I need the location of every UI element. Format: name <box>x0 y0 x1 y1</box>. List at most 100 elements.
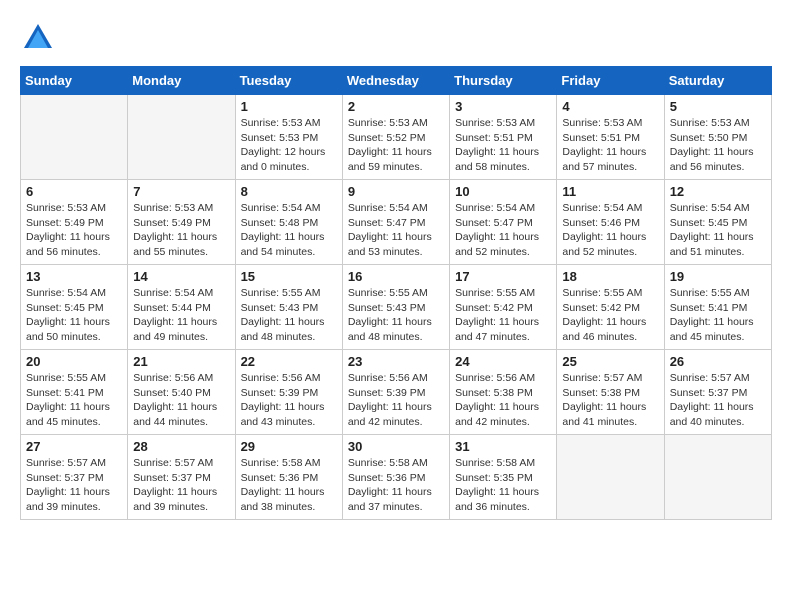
day-cell: 2 Sunrise: 5:53 AM Sunset: 5:52 PM Daylig… <box>342 95 449 180</box>
day-number: 31 <box>455 439 551 454</box>
day-number: 30 <box>348 439 444 454</box>
day-cell: 22 Sunrise: 5:56 AM Sunset: 5:39 PM Dayli… <box>235 350 342 435</box>
day-cell: 21Sunrise: 5:56 AM Sunset: 5:40 PM Dayli… <box>128 350 235 435</box>
day-detail: Sunrise: 5:54 AM Sunset: 5:45 PM Dayligh… <box>670 201 766 260</box>
day-cell: 25 Sunrise: 5:57 AM Sunset: 5:38 PM Dayli… <box>557 350 664 435</box>
day-cell: 3 Sunrise: 5:53 AM Sunset: 5:51 PM Daylig… <box>450 95 557 180</box>
day-number: 11 <box>562 184 658 199</box>
day-detail: Sunrise: 5:58 AM Sunset: 5:36 PM Dayligh… <box>348 456 444 515</box>
day-cell: 24 Sunrise: 5:56 AM Sunset: 5:38 PM Dayli… <box>450 350 557 435</box>
logo-icon <box>20 20 56 56</box>
day-detail: Sunrise: 5:55 AM Sunset: 5:43 PM Dayligh… <box>241 286 337 345</box>
day-cell: 8Sunrise: 5:54 AM Sunset: 5:48 PM Daylig… <box>235 180 342 265</box>
day-number: 22 <box>241 354 337 369</box>
day-number: 17 <box>455 269 551 284</box>
day-number: 13 <box>26 269 122 284</box>
day-cell: 31 Sunrise: 5:58 AM Sunset: 5:35 PM Dayli… <box>450 435 557 520</box>
day-number: 25 <box>562 354 658 369</box>
day-cell: 14 Sunrise: 5:54 AM Sunset: 5:44 PM Dayli… <box>128 265 235 350</box>
day-number: 28 <box>133 439 229 454</box>
day-detail: Sunrise: 5:56 AM Sunset: 5:38 PM Dayligh… <box>455 371 551 430</box>
day-detail: Sunrise: 5:57 AM Sunset: 5:38 PM Dayligh… <box>562 371 658 430</box>
day-cell: 13 Sunrise: 5:54 AM Sunset: 5:45 PM Dayli… <box>21 265 128 350</box>
day-detail: Sunrise: 5:57 AM Sunset: 5:37 PM Dayligh… <box>670 371 766 430</box>
day-detail: Sunrise: 5:55 AM Sunset: 5:41 PM Dayligh… <box>670 286 766 345</box>
day-number: 10 <box>455 184 551 199</box>
day-number: 3 <box>455 99 551 114</box>
day-cell <box>21 95 128 180</box>
day-detail: Sunrise: 5:55 AM Sunset: 5:41 PM Dayligh… <box>26 371 122 430</box>
day-detail: Sunrise: 5:53 AM Sunset: 5:53 PM Dayligh… <box>241 116 337 175</box>
day-cell: 1 Sunrise: 5:53 AM Sunset: 5:53 PM Daylig… <box>235 95 342 180</box>
day-detail: Sunrise: 5:56 AM Sunset: 5:39 PM Dayligh… <box>348 371 444 430</box>
day-detail: Sunrise: 5:54 AM Sunset: 5:46 PM Dayligh… <box>562 201 658 260</box>
day-cell: 29 Sunrise: 5:58 AM Sunset: 5:36 PM Dayli… <box>235 435 342 520</box>
day-detail: Sunrise: 5:53 AM Sunset: 5:51 PM Dayligh… <box>562 116 658 175</box>
week-row-4: 27 Sunrise: 5:57 AM Sunset: 5:37 PM Dayli… <box>21 435 772 520</box>
day-detail: Sunrise: 5:53 AM Sunset: 5:50 PM Dayligh… <box>670 116 766 175</box>
day-detail: Sunrise: 5:54 AM Sunset: 5:45 PM Dayligh… <box>26 286 122 345</box>
day-cell: 28 Sunrise: 5:57 AM Sunset: 5:37 PM Dayli… <box>128 435 235 520</box>
header-friday: Friday <box>557 67 664 95</box>
day-detail: Sunrise: 5:53 AM Sunset: 5:51 PM Dayligh… <box>455 116 551 175</box>
day-cell: 11 Sunrise: 5:54 AM Sunset: 5:46 PM Dayli… <box>557 180 664 265</box>
day-cell: 7Sunrise: 5:53 AM Sunset: 5:49 PM Daylig… <box>128 180 235 265</box>
header-sunday: Sunday <box>21 67 128 95</box>
header-thursday: Thursday <box>450 67 557 95</box>
day-number: 19 <box>670 269 766 284</box>
day-detail: Sunrise: 5:54 AM Sunset: 5:47 PM Dayligh… <box>348 201 444 260</box>
day-detail: Sunrise: 5:54 AM Sunset: 5:44 PM Dayligh… <box>133 286 229 345</box>
day-cell: 19 Sunrise: 5:55 AM Sunset: 5:41 PM Dayli… <box>664 265 771 350</box>
day-cell: 23 Sunrise: 5:56 AM Sunset: 5:39 PM Dayli… <box>342 350 449 435</box>
header-tuesday: Tuesday <box>235 67 342 95</box>
day-cell: 15 Sunrise: 5:55 AM Sunset: 5:43 PM Dayli… <box>235 265 342 350</box>
week-row-2: 13 Sunrise: 5:54 AM Sunset: 5:45 PM Dayli… <box>21 265 772 350</box>
week-row-3: 20 Sunrise: 5:55 AM Sunset: 5:41 PM Dayli… <box>21 350 772 435</box>
day-detail: Sunrise: 5:58 AM Sunset: 5:36 PM Dayligh… <box>241 456 337 515</box>
calendar-table: SundayMondayTuesdayWednesdayThursdayFrid… <box>20 66 772 520</box>
day-cell: 6 Sunrise: 5:53 AM Sunset: 5:49 PM Daylig… <box>21 180 128 265</box>
day-detail: Sunrise: 5:53 AM Sunset: 5:52 PM Dayligh… <box>348 116 444 175</box>
day-number: 20 <box>26 354 122 369</box>
day-number: 27 <box>26 439 122 454</box>
day-detail: Sunrise: 5:54 AM Sunset: 5:48 PM Dayligh… <box>241 201 337 260</box>
header-saturday: Saturday <box>664 67 771 95</box>
day-number: 9 <box>348 184 444 199</box>
day-cell: 12 Sunrise: 5:54 AM Sunset: 5:45 PM Dayli… <box>664 180 771 265</box>
day-number: 29 <box>241 439 337 454</box>
logo <box>20 20 62 56</box>
day-number: 24 <box>455 354 551 369</box>
day-cell: 9 Sunrise: 5:54 AM Sunset: 5:47 PM Daylig… <box>342 180 449 265</box>
day-number: 18 <box>562 269 658 284</box>
day-number: 21 <box>133 354 229 369</box>
day-cell: 16Sunrise: 5:55 AM Sunset: 5:43 PM Dayli… <box>342 265 449 350</box>
day-number: 15 <box>241 269 337 284</box>
day-cell <box>128 95 235 180</box>
day-detail: Sunrise: 5:55 AM Sunset: 5:43 PM Dayligh… <box>348 286 444 345</box>
day-detail: Sunrise: 5:55 AM Sunset: 5:42 PM Dayligh… <box>455 286 551 345</box>
day-detail: Sunrise: 5:57 AM Sunset: 5:37 PM Dayligh… <box>26 456 122 515</box>
day-number: 1 <box>241 99 337 114</box>
day-detail: Sunrise: 5:58 AM Sunset: 5:35 PM Dayligh… <box>455 456 551 515</box>
day-cell: 20 Sunrise: 5:55 AM Sunset: 5:41 PM Dayli… <box>21 350 128 435</box>
page-header <box>20 20 772 56</box>
day-number: 23 <box>348 354 444 369</box>
day-detail: Sunrise: 5:53 AM Sunset: 5:49 PM Dayligh… <box>26 201 122 260</box>
day-number: 5 <box>670 99 766 114</box>
day-number: 12 <box>670 184 766 199</box>
day-cell: 17 Sunrise: 5:55 AM Sunset: 5:42 PM Dayli… <box>450 265 557 350</box>
day-cell: 5 Sunrise: 5:53 AM Sunset: 5:50 PM Daylig… <box>664 95 771 180</box>
day-cell: 18 Sunrise: 5:55 AM Sunset: 5:42 PM Dayli… <box>557 265 664 350</box>
day-detail: Sunrise: 5:55 AM Sunset: 5:42 PM Dayligh… <box>562 286 658 345</box>
day-number: 2 <box>348 99 444 114</box>
header-monday: Monday <box>128 67 235 95</box>
day-cell: 4Sunrise: 5:53 AM Sunset: 5:51 PM Daylig… <box>557 95 664 180</box>
day-number: 14 <box>133 269 229 284</box>
header-wednesday: Wednesday <box>342 67 449 95</box>
header-row: SundayMondayTuesdayWednesdayThursdayFrid… <box>21 67 772 95</box>
day-number: 6 <box>26 184 122 199</box>
day-number: 26 <box>670 354 766 369</box>
day-cell <box>557 435 664 520</box>
day-detail: Sunrise: 5:56 AM Sunset: 5:39 PM Dayligh… <box>241 371 337 430</box>
day-detail: Sunrise: 5:57 AM Sunset: 5:37 PM Dayligh… <box>133 456 229 515</box>
